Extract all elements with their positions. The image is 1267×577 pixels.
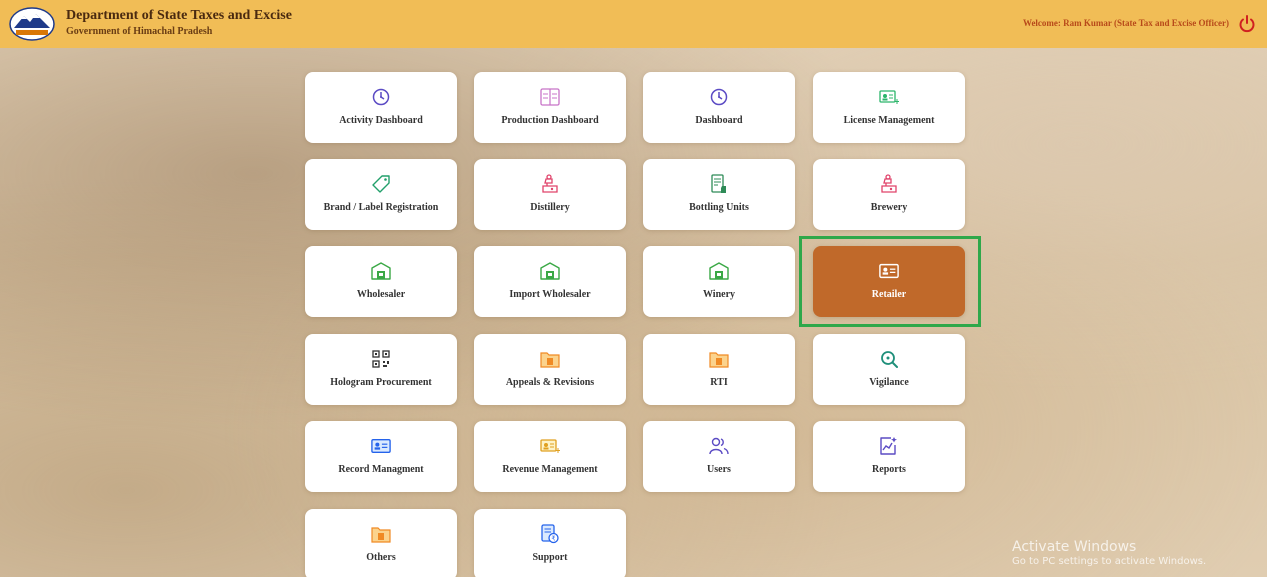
tile-activity-dashboard[interactable]: Activity Dashboard <box>305 72 457 143</box>
tile-label: Brewery <box>870 202 908 213</box>
folder-icon <box>709 349 729 369</box>
id-card-icon <box>540 436 560 456</box>
tile-production-dashboard[interactable]: Production Dashboard <box>474 72 626 143</box>
activate-windows-watermark: Activate Windows Go to PC settings to ac… <box>1012 539 1206 569</box>
tile-users[interactable]: Users <box>643 421 795 492</box>
department-title: Department of State Taxes and Excise <box>66 8 292 23</box>
clock-icon <box>371 87 391 107</box>
tile-hologram-procurement[interactable]: Hologram Procurement <box>305 334 457 405</box>
government-subtitle: Government of Himachal Pradesh <box>66 26 213 37</box>
tile-rti[interactable]: RTI <box>643 334 795 405</box>
bottle-icon <box>709 174 729 194</box>
watermark-title: Activate Windows <box>1012 539 1137 555</box>
tile-import-wholesaler[interactable]: Import Wholesaler <box>474 246 626 317</box>
tile-brand-label-registration[interactable]: Brand / Label Registration <box>305 159 457 230</box>
tile-label: Record Managment <box>338 464 424 475</box>
support-icon: ₹ <box>540 524 560 544</box>
himachal-emblem-logo <box>8 6 56 42</box>
tile-brewery[interactable]: Brewery <box>813 159 965 230</box>
tile-label: License Management <box>843 115 935 126</box>
warehouse-icon <box>371 261 391 281</box>
tile-label: Bottling Units <box>689 202 749 213</box>
tile-revenue-management[interactable]: Revenue Management <box>474 421 626 492</box>
tag-icon <box>371 174 391 194</box>
tile-appeals-revisions[interactable]: Appeals & Revisions <box>474 334 626 405</box>
distillery-icon <box>540 174 560 194</box>
id-card-icon <box>879 87 899 107</box>
tile-label: Activity Dashboard <box>339 115 423 126</box>
tile-bottling-units[interactable]: Bottling Units <box>643 159 795 230</box>
tile-label: Production Dashboard <box>501 115 599 126</box>
warehouse-icon <box>709 261 729 281</box>
header-title-block: Department of State Taxes and Excise Gov… <box>66 8 292 38</box>
tile-distillery[interactable]: Distillery <box>474 159 626 230</box>
report-icon <box>879 436 899 456</box>
qr-code-icon <box>371 349 391 369</box>
tile-label: Winery <box>702 289 736 300</box>
tile-label: Others <box>366 552 396 563</box>
tile-vigilance[interactable]: Vigilance <box>813 334 965 405</box>
tile-support[interactable]: ₹ Support <box>474 509 626 577</box>
distillery-icon <box>879 174 899 194</box>
tile-label: Dashboard <box>695 115 743 126</box>
clock-icon <box>709 87 729 107</box>
tile-label: Import Wholesaler <box>509 289 591 300</box>
tile-label: Revenue Management <box>502 464 598 475</box>
tile-dashboard[interactable]: Dashboard <box>643 72 795 143</box>
svg-text:₹: ₹ <box>551 535 555 543</box>
tile-winery[interactable]: Winery <box>643 246 795 317</box>
warehouse-icon <box>540 261 560 281</box>
top-header: Department of State Taxes and Excise Gov… <box>0 0 1267 48</box>
tile-others[interactable]: Others <box>305 509 457 577</box>
folder-icon <box>540 349 560 369</box>
tile-label: Reports <box>872 464 906 475</box>
tile-label: Brand / Label Registration <box>323 202 439 213</box>
welcome-user-text: Welcome: Ram Kumar (State Tax and Excise… <box>1022 18 1229 28</box>
tile-reports[interactable]: Reports <box>813 421 965 492</box>
tile-label: Hologram Procurement <box>330 377 432 388</box>
tile-wholesaler[interactable]: Wholesaler <box>305 246 457 317</box>
tile-label: Users <box>707 464 731 475</box>
watermark-subtitle: Go to PC settings to activate Windows. <box>1012 556 1207 567</box>
tile-label: RTI <box>710 377 728 388</box>
folder-icon <box>371 524 391 544</box>
search-zoom-icon <box>879 349 899 369</box>
tile-label: Wholesaler <box>356 289 406 300</box>
logout-power-icon[interactable] <box>1237 14 1257 34</box>
users-icon <box>709 436 729 456</box>
selection-highlight-frame <box>799 236 981 327</box>
tile-label: Distillery <box>530 202 570 213</box>
tile-label: Support <box>532 552 568 563</box>
tile-record-managment[interactable]: Record Managment <box>305 421 457 492</box>
grid-list-icon <box>540 87 560 107</box>
tile-license-management[interactable]: License Management <box>813 72 965 143</box>
tile-label: Vigilance <box>869 377 909 388</box>
tile-label: Appeals & Revisions <box>505 377 595 388</box>
id-card-icon <box>371 436 391 456</box>
